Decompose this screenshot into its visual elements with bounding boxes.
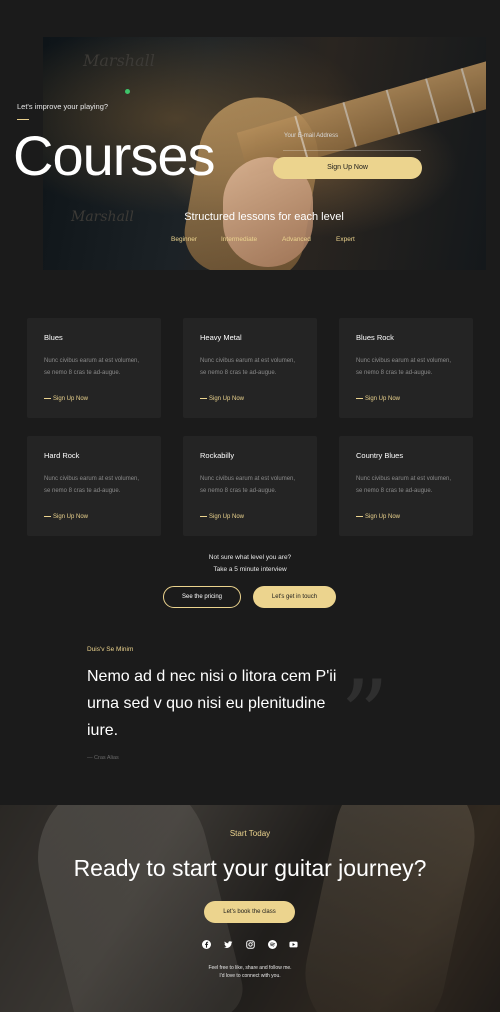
course-signup-label[interactable]: Sign Up Now bbox=[365, 396, 400, 402]
see-pricing-button[interactable]: See the pricing bbox=[163, 586, 241, 608]
course-signup-link[interactable]: Sign Up Now bbox=[44, 514, 88, 520]
course-description: Nunc civibus earum at est volumen, se ne… bbox=[356, 358, 452, 376]
level-links: Beginner Intermediate Advanced Expert bbox=[165, 236, 365, 246]
level-interview-text: Take a 5 minute interview bbox=[213, 566, 287, 573]
course-signup-label[interactable]: Sign Up Now bbox=[53, 396, 88, 402]
hero-signup-button[interactable]: Sign Up Now bbox=[273, 157, 422, 179]
course-description: Nunc civibus earum at est volumen, se ne… bbox=[200, 358, 296, 376]
course-description: Nunc civibus earum at est volumen, se ne… bbox=[200, 476, 296, 494]
social-links bbox=[200, 940, 300, 950]
hero-subtitle: Structured lessons for each level bbox=[184, 211, 344, 223]
course-card-country-blues: Country Blues Nunc civibus earum at est … bbox=[339, 436, 473, 536]
hero-tagline: Let's improve your playing? bbox=[17, 102, 109, 111]
quote-mark-icon: ” bbox=[340, 660, 390, 772]
book-class-button[interactable]: Let's book the class bbox=[204, 901, 295, 923]
course-description: Nunc civibus earum at est volumen, se ne… bbox=[44, 358, 140, 376]
dash-icon bbox=[44, 397, 51, 399]
dash-icon bbox=[356, 515, 363, 517]
dash-icon bbox=[44, 515, 51, 517]
hero-section: Marshall Marshall Let's improve your pla… bbox=[0, 0, 500, 290]
spotify-icon[interactable] bbox=[268, 940, 277, 949]
level-link-advanced[interactable]: Advanced bbox=[282, 236, 311, 243]
cta-eyebrow: Start Today bbox=[229, 829, 271, 838]
follow-text: Feel free to like, share and follow me. bbox=[208, 965, 292, 971]
course-signup-link[interactable]: Sign Up Now bbox=[44, 396, 88, 402]
connect-text: I'd love to connect with you. bbox=[219, 973, 281, 979]
testimonial-quote: Nemo ad d nec nisi o litora cem P'ii urn… bbox=[87, 668, 337, 739]
email-field[interactable] bbox=[283, 141, 421, 151]
amp-light-decoration bbox=[125, 89, 130, 94]
course-card-rockabilly: Rockabilly Nunc civibus earum at est vol… bbox=[183, 436, 317, 536]
course-title: Heavy Metal bbox=[200, 333, 242, 342]
level-link-intermediate[interactable]: Intermediate bbox=[221, 236, 257, 243]
youtube-icon[interactable] bbox=[289, 940, 298, 949]
course-signup-link[interactable]: Sign Up Now bbox=[356, 396, 400, 402]
quote-eyebrow: Duis'v Se Minim bbox=[87, 646, 134, 653]
facebook-icon[interactable] bbox=[202, 940, 211, 949]
level-question: Not sure what level you are? bbox=[208, 554, 292, 561]
email-label: Your E-mail Address bbox=[284, 133, 339, 139]
course-signup-label[interactable]: Sign Up Now bbox=[209, 514, 244, 520]
level-link-expert[interactable]: Expert bbox=[336, 236, 355, 243]
quote-author: — Cras Alias bbox=[87, 755, 119, 761]
tagline-underline bbox=[17, 119, 29, 120]
level-link-beginner[interactable]: Beginner bbox=[171, 236, 197, 243]
cta-title: Ready to start your guitar journey? bbox=[73, 855, 427, 881]
course-title: Blues Rock bbox=[356, 333, 394, 342]
course-signup-label[interactable]: Sign Up Now bbox=[53, 514, 88, 520]
course-signup-label[interactable]: Sign Up Now bbox=[209, 396, 244, 402]
dash-icon bbox=[356, 397, 363, 399]
dash-icon bbox=[200, 515, 207, 517]
page-title: Courses bbox=[13, 124, 216, 187]
instagram-icon[interactable] bbox=[246, 940, 255, 949]
course-signup-link[interactable]: Sign Up Now bbox=[356, 514, 400, 520]
course-signup-label[interactable]: Sign Up Now bbox=[365, 514, 400, 520]
course-title: Hard Rock bbox=[44, 451, 80, 460]
dash-icon bbox=[200, 397, 207, 399]
course-title: Blues bbox=[44, 333, 63, 342]
course-title: Country Blues bbox=[356, 451, 404, 460]
course-card-hard-rock: Hard Rock Nunc civibus earum at est volu… bbox=[27, 436, 161, 536]
course-description: Nunc civibus earum at est volumen, se ne… bbox=[356, 476, 452, 494]
twitter-icon[interactable] bbox=[224, 940, 233, 949]
course-description: Nunc civibus earum at est volumen, se ne… bbox=[44, 476, 140, 494]
get-in-touch-button[interactable]: Let's get in touch bbox=[253, 586, 336, 608]
course-title: Rockabilly bbox=[200, 451, 235, 460]
course-signup-link[interactable]: Sign Up Now bbox=[200, 514, 244, 520]
course-signup-link[interactable]: Sign Up Now bbox=[200, 396, 244, 402]
course-card-blues: Blues Nunc civibus earum at est volumen,… bbox=[27, 318, 161, 418]
course-card-blues-rock: Blues Rock Nunc civibus earum at est vol… bbox=[339, 318, 473, 418]
course-card-heavy-metal: Heavy Metal Nunc civibus earum at est vo… bbox=[183, 318, 317, 418]
amp-logo-decoration: Marshall bbox=[83, 51, 155, 70]
